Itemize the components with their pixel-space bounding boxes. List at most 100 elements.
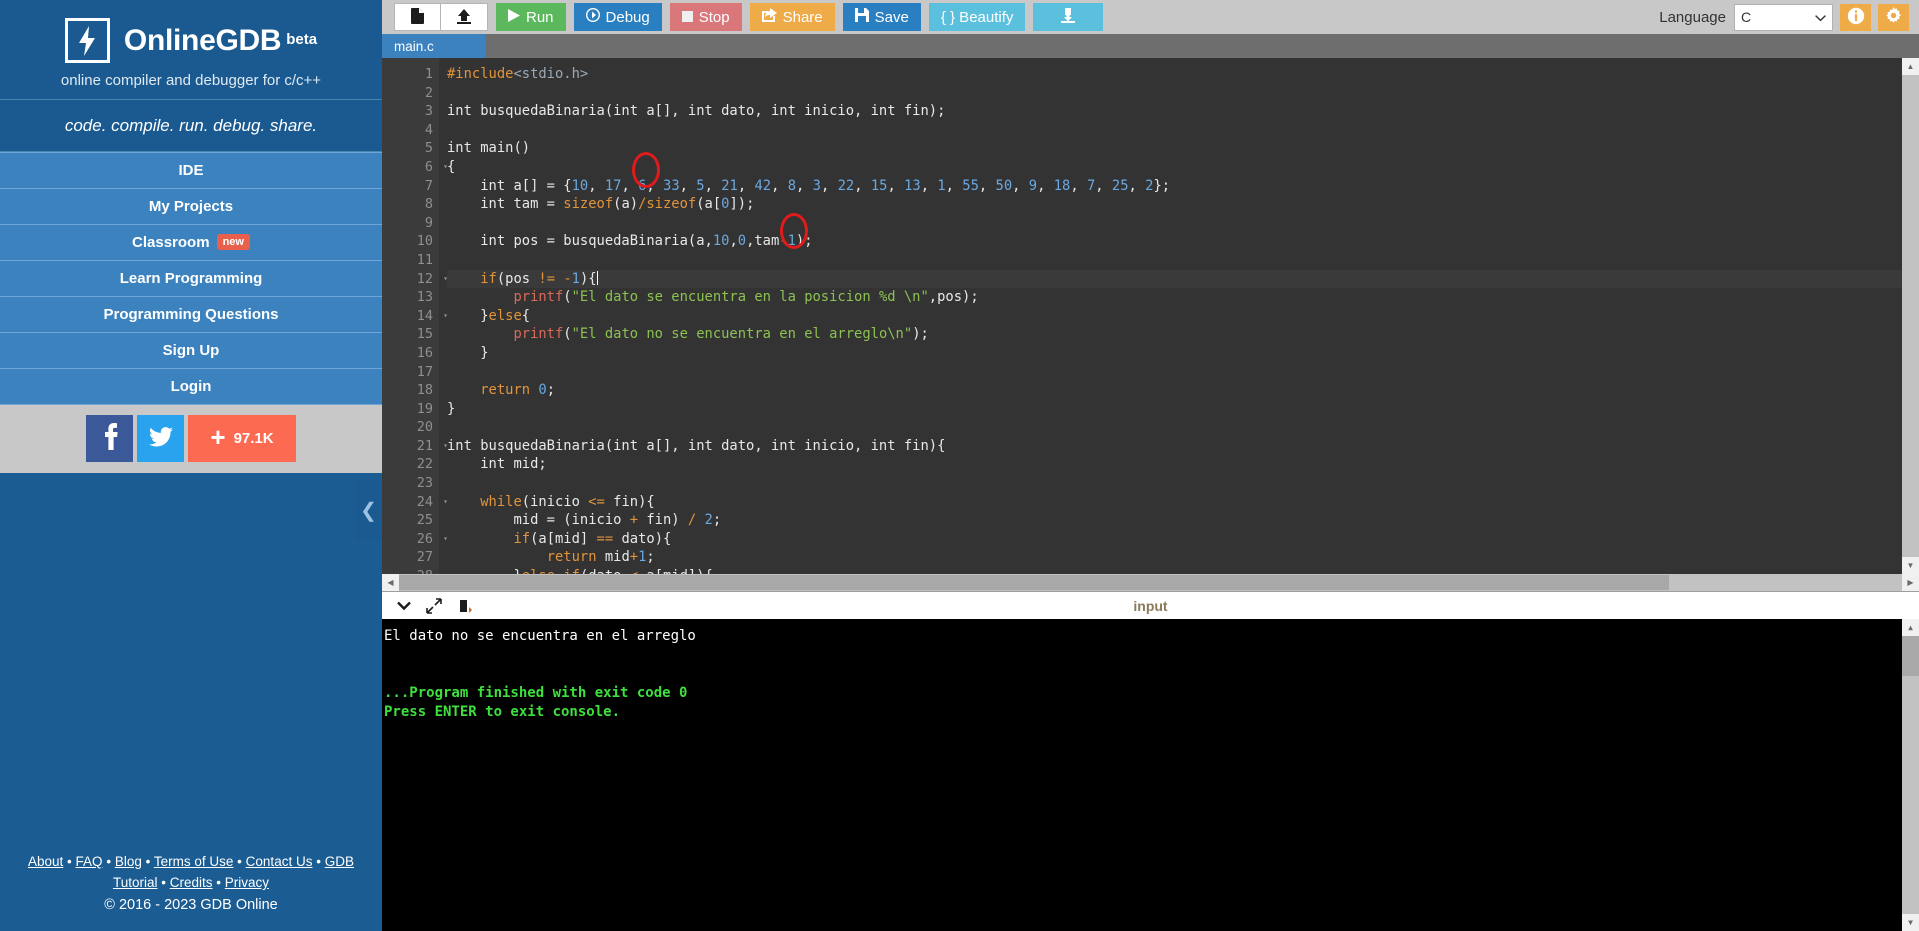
line-number: 3 — [424, 103, 433, 120]
sidebar-item-programming-questions[interactable]: Programming Questions — [0, 297, 382, 333]
facebook-share-button[interactable] — [86, 415, 133, 462]
footer-link-gdb[interactable]: GDB — [325, 854, 354, 869]
code-line[interactable]: int busquedaBinaria(int a[], int dato, i… — [447, 437, 1919, 456]
expand-arrows-icon[interactable] — [426, 597, 442, 614]
editor-vertical-scrollbar[interactable]: ▲ ▼ — [1902, 58, 1919, 574]
scroll-left-arrow-icon[interactable]: ◀ — [382, 574, 399, 591]
line-number: 5 — [424, 140, 433, 157]
sidebar-item-label: Classroom — [132, 234, 210, 251]
code-line[interactable]: int mid; — [447, 455, 1919, 474]
addthis-share-button[interactable]: + 97.1K — [188, 415, 296, 462]
line-number: 21 ▾ — [416, 437, 448, 454]
editor-horizontal-scrollbar[interactable]: ◀ ▶ — [382, 574, 1919, 591]
sidebar-item-ide[interactable]: IDE — [0, 152, 382, 189]
code-line[interactable] — [447, 84, 1919, 103]
footer-link-tutorial[interactable]: Tutorial — [113, 875, 158, 890]
footer-separator: • — [161, 875, 166, 890]
file-tab-main-c[interactable]: main.c — [382, 34, 486, 58]
sidebar-item-login[interactable]: Login — [0, 369, 382, 405]
sidebar-item-my-projects[interactable]: My Projects — [0, 189, 382, 225]
lightning-bolt-icon — [64, 18, 110, 63]
code-line[interactable]: #include<stdio.h> — [447, 65, 1919, 84]
code-line[interactable]: int a[] = {10, 17, 6, 33, 5, 21, 42, 8, … — [447, 177, 1919, 196]
line-number: 24 ▾ — [416, 493, 448, 510]
share-button[interactable]: Share — [749, 3, 835, 31]
footer-separator: • — [216, 875, 221, 890]
line-number: 22 — [416, 456, 433, 473]
scroll-down-arrow-icon[interactable]: ▼ — [1902, 557, 1919, 574]
settings-button[interactable] — [1878, 3, 1909, 31]
code-line[interactable]: } — [447, 344, 1919, 363]
scroll-up-arrow-icon[interactable]: ▲ — [1902, 58, 1919, 75]
code-line[interactable]: int main() — [447, 139, 1919, 158]
line-number: 12 ▾ — [416, 270, 448, 287]
code-line[interactable]: int tam = sizeof(a)/sizeof(a[0]); — [447, 195, 1919, 214]
code-line[interactable] — [447, 214, 1919, 233]
sidebar-item-sign-up[interactable]: Sign Up — [0, 333, 382, 369]
footer-link-credits[interactable]: Credits — [170, 875, 213, 890]
language-select[interactable]: C — [1734, 3, 1833, 31]
upload-file-button[interactable] — [441, 3, 488, 31]
footer-link-contact-us[interactable]: Contact Us — [246, 854, 313, 869]
footer-link-blog[interactable]: Blog — [115, 854, 142, 869]
stop-button[interactable]: Stop — [669, 3, 742, 31]
scroll-up-arrow-icon[interactable]: ▲ — [1902, 619, 1919, 636]
twitter-share-button[interactable] — [137, 415, 184, 462]
code-line[interactable]: }else if(dato < a[mid]){ — [447, 567, 1919, 574]
chevron-down-icon[interactable] — [396, 600, 412, 612]
code-line[interactable] — [447, 363, 1919, 382]
code-line[interactable]: if(pos != -1){ — [447, 269, 1919, 289]
brand-row: OnlineGDB beta — [0, 18, 382, 63]
code-line[interactable]: { — [447, 158, 1919, 177]
download-icon — [1060, 7, 1076, 27]
code-line[interactable]: if(a[mid] == dato){ — [447, 530, 1919, 549]
line-number: 16 — [416, 344, 433, 361]
scroll-right-arrow-icon[interactable]: ▶ — [1902, 574, 1919, 591]
code-line[interactable]: printf("El dato se encuentra en la posic… — [447, 288, 1919, 307]
code-line[interactable]: int pos = busquedaBinaria(a,10,0,tam-1); — [447, 232, 1919, 251]
footer-link-about[interactable]: About — [28, 854, 63, 869]
program-output-console[interactable]: El dato no se encuentra en el arreglo ..… — [382, 619, 1919, 931]
beautify-button[interactable]: { } Beautify — [928, 3, 1026, 31]
sidebar-footer: About • FAQ • Blog • Terms of Use • Cont… — [0, 851, 382, 931]
code-line[interactable]: return 0; — [447, 381, 1919, 400]
run-button[interactable]: Run — [496, 3, 566, 31]
save-button[interactable]: Save — [842, 3, 921, 31]
sidebar-item-learn-programming[interactable]: Learn Programming — [0, 261, 382, 297]
code-line[interactable] — [447, 121, 1919, 140]
code-line[interactable]: int busquedaBinaria(int a[], int dato, i… — [447, 102, 1919, 121]
sidebar: OnlineGDB beta online compiler and debugg… — [0, 0, 382, 931]
console-scroll-thumb[interactable] — [1902, 636, 1919, 676]
footer-link-privacy[interactable]: Privacy — [225, 875, 269, 890]
footer-link-terms-of-use[interactable]: Terms of Use — [154, 854, 234, 869]
new-file-icon — [411, 7, 424, 27]
line-number: 4 — [424, 121, 433, 138]
horizontal-scroll-thumb[interactable] — [399, 575, 1669, 590]
code-line[interactable] — [447, 474, 1919, 493]
code-line[interactable]: printf("El dato no se encuentra en el ar… — [447, 325, 1919, 344]
console-line: Press ENTER to exit console. — [384, 704, 621, 720]
line-number: 25 — [416, 512, 433, 529]
footer-link-faq[interactable]: FAQ — [76, 854, 103, 869]
code-line[interactable]: }else{ — [447, 307, 1919, 326]
code-line[interactable]: while(inicio <= fin){ — [447, 493, 1919, 512]
code-line[interactable] — [447, 251, 1919, 270]
code-line[interactable]: mid = (inicio + fin) / 2; — [447, 511, 1919, 530]
footer-links-row-2: Tutorial • Credits • Privacy — [0, 872, 382, 893]
code-line[interactable] — [447, 418, 1919, 437]
sidebar-item-classroom[interactable]: Classroom new — [0, 225, 382, 261]
code-content[interactable]: #include<stdio.h> int busquedaBinaria(in… — [439, 58, 1919, 574]
code-editor[interactable]: 1 2 3 4 5 6 ▾ 7 8 9 10 11 12 ▾ 13 14 ▾ 15 16 17 18 19 20 21 ▾ 22 2… — [382, 58, 1919, 574]
new-file-button[interactable] — [394, 3, 441, 31]
info-button[interactable] — [1840, 3, 1871, 31]
sidebar-item-label: Learn Programming — [119, 270, 263, 287]
console-vertical-scrollbar[interactable]: ▲ ▼ — [1902, 619, 1919, 931]
code-line[interactable]: return mid+1; — [447, 548, 1919, 567]
download-button[interactable] — [1033, 3, 1104, 31]
debug-button[interactable]: Debug — [573, 3, 662, 31]
code-line[interactable]: } — [447, 400, 1919, 419]
sidebar-collapse-handle[interactable]: ❮ — [355, 480, 382, 540]
scroll-down-arrow-icon[interactable]: ▼ — [1902, 914, 1919, 931]
clear-console-icon[interactable] — [456, 598, 472, 614]
